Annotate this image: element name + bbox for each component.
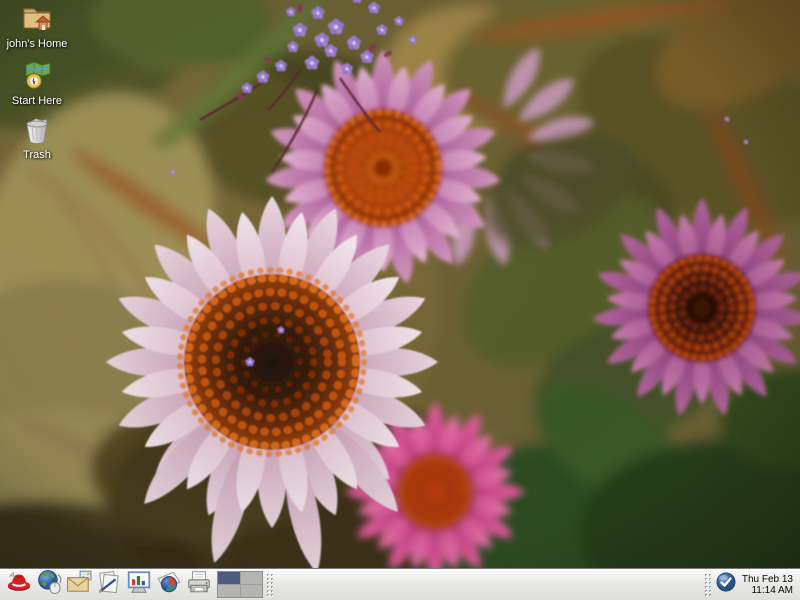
printer-launcher[interactable]	[185, 571, 212, 598]
clock-date: Thu Feb 13	[742, 574, 793, 585]
main-menu-button[interactable]	[5, 571, 32, 598]
panel-drag-handle-right[interactable]	[704, 573, 711, 597]
panel-launchers	[0, 571, 212, 598]
word-processor-icon	[96, 569, 122, 600]
spreadsheet-launcher[interactable]	[155, 571, 182, 598]
workspace-3[interactable]	[218, 585, 240, 597]
red-hat-menu-icon	[6, 569, 32, 600]
home-folder-icon	[20, 3, 54, 38]
desktop-icon-johns-home[interactable]: john's Home	[4, 3, 70, 51]
spreadsheet-pie-icon	[156, 569, 182, 600]
workspace-1[interactable]	[218, 572, 240, 584]
panel-drag-handle-left[interactable]	[266, 573, 273, 597]
desktop[interactable]: john's Home Start Here	[0, 0, 800, 600]
presentation-chart-icon	[126, 569, 152, 600]
clock-applet[interactable]: Thu Feb 13 11:14 AM	[738, 574, 800, 596]
email-envelope-icon	[66, 569, 92, 600]
web-browser-launcher[interactable]	[35, 571, 62, 598]
workspace-switcher	[217, 571, 263, 598]
update-check-icon	[715, 571, 737, 598]
clock-time: 11:14 AM	[742, 585, 793, 596]
wallpaper-photo	[0, 0, 800, 600]
start-here-icon	[21, 60, 53, 95]
printer-icon	[186, 569, 212, 600]
desktop-icon-label: Start Here	[12, 96, 62, 108]
desktop-icon-start-here[interactable]: Start Here	[4, 60, 70, 108]
desktop-icon-label: Trash	[23, 150, 51, 162]
email-launcher[interactable]	[65, 571, 92, 598]
desktop-icon-list: john's Home Start Here	[4, 3, 70, 162]
workspace-2[interactable]	[241, 572, 263, 584]
bottom-panel: Thu Feb 13 11:14 AM	[0, 568, 800, 600]
presentation-launcher[interactable]	[125, 571, 152, 598]
update-notification-button[interactable]	[714, 573, 738, 597]
word-processor-launcher[interactable]	[95, 571, 122, 598]
trash-icon	[22, 116, 52, 149]
desktop-icon-trash[interactable]: Trash	[4, 116, 70, 162]
desktop-icon-label: john's Home	[7, 39, 68, 51]
workspace-4[interactable]	[241, 585, 263, 597]
web-browser-globe-icon	[36, 569, 62, 600]
